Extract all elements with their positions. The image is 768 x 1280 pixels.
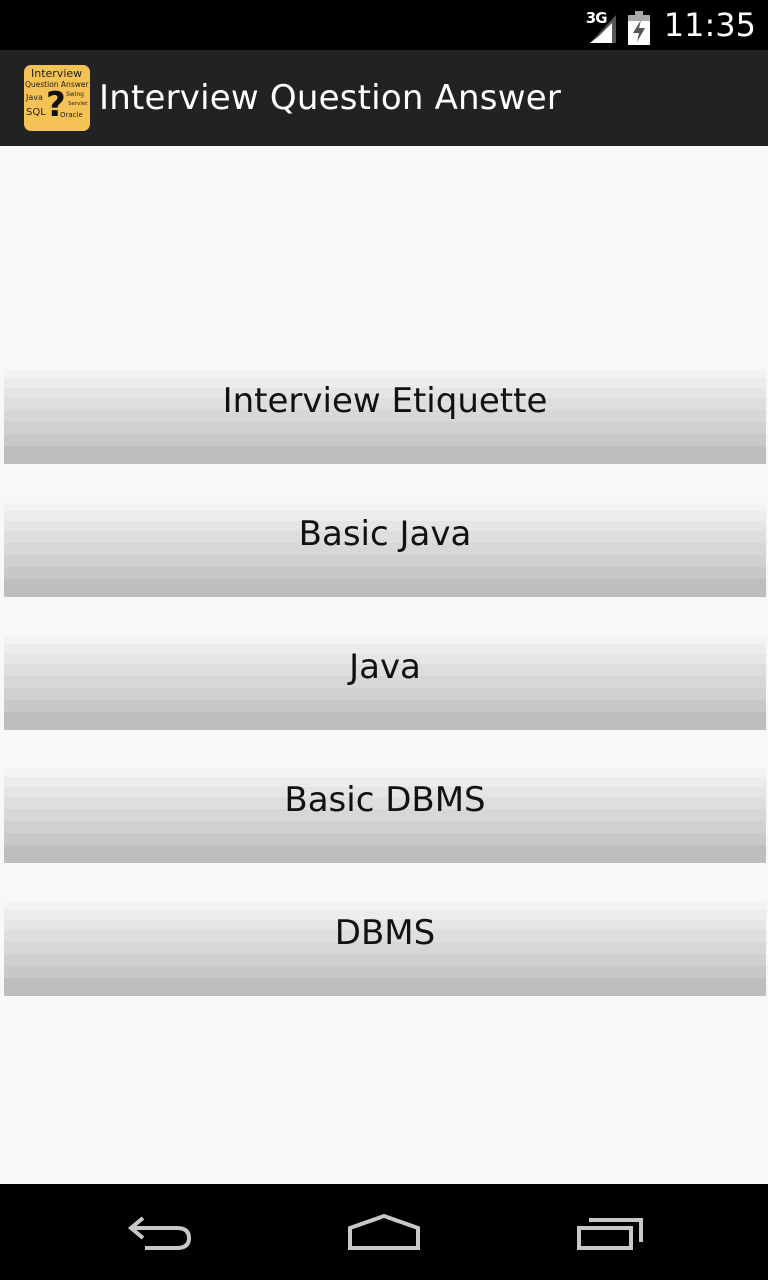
button-label: DBMS [334,913,436,953]
app-icon-word-swing: Swing [66,91,84,98]
app-logo-icon[interactable]: Interview Question Answer Java SQL Swing… [24,65,90,131]
button-label: Basic Java [298,514,472,554]
app-title: Interview Question Answer [99,78,562,118]
screen: 3G 11:35 Interview Question Answer Java … [0,0,768,1280]
button-label: Basic DBMS [284,780,486,820]
back-icon [127,1216,192,1250]
recent-apps-button[interactable] [550,1184,670,1280]
status-icons: 3G 11:35 [586,0,756,50]
interview-etiquette-button[interactable]: Interview Etiquette [4,370,766,464]
status-bar: 3G 11:35 [0,0,768,50]
basic-dbms-button[interactable]: Basic DBMS [4,769,766,863]
button-label: Interview Etiquette [222,381,548,421]
java-button[interactable]: Java [4,636,766,730]
clock: 11:35 [663,6,756,44]
app-icon-line1: Interview [31,67,83,80]
button-label: Java [349,647,421,687]
basic-java-button[interactable]: Basic Java [4,503,766,597]
signal-icon: 3G [586,5,620,45]
app-icon-word-servlet: Servlet [68,101,88,107]
battery-charging-icon [627,11,650,45]
menu-list: Interview Etiquette Basic Java Java Basi… [0,146,768,1184]
dbms-button[interactable]: DBMS [4,902,766,996]
navigation-bar [0,1184,768,1280]
home-button[interactable] [324,1184,444,1280]
recent-apps-icon [577,1218,643,1250]
back-button[interactable] [100,1184,220,1280]
question-mark-icon: ? [46,85,66,125]
action-bar: Interview Question Answer Java SQL Swing… [0,50,768,146]
app-icon-word-java: Java [26,93,43,102]
app-icon-word-sql: SQL [26,107,46,118]
home-icon [348,1213,420,1250]
